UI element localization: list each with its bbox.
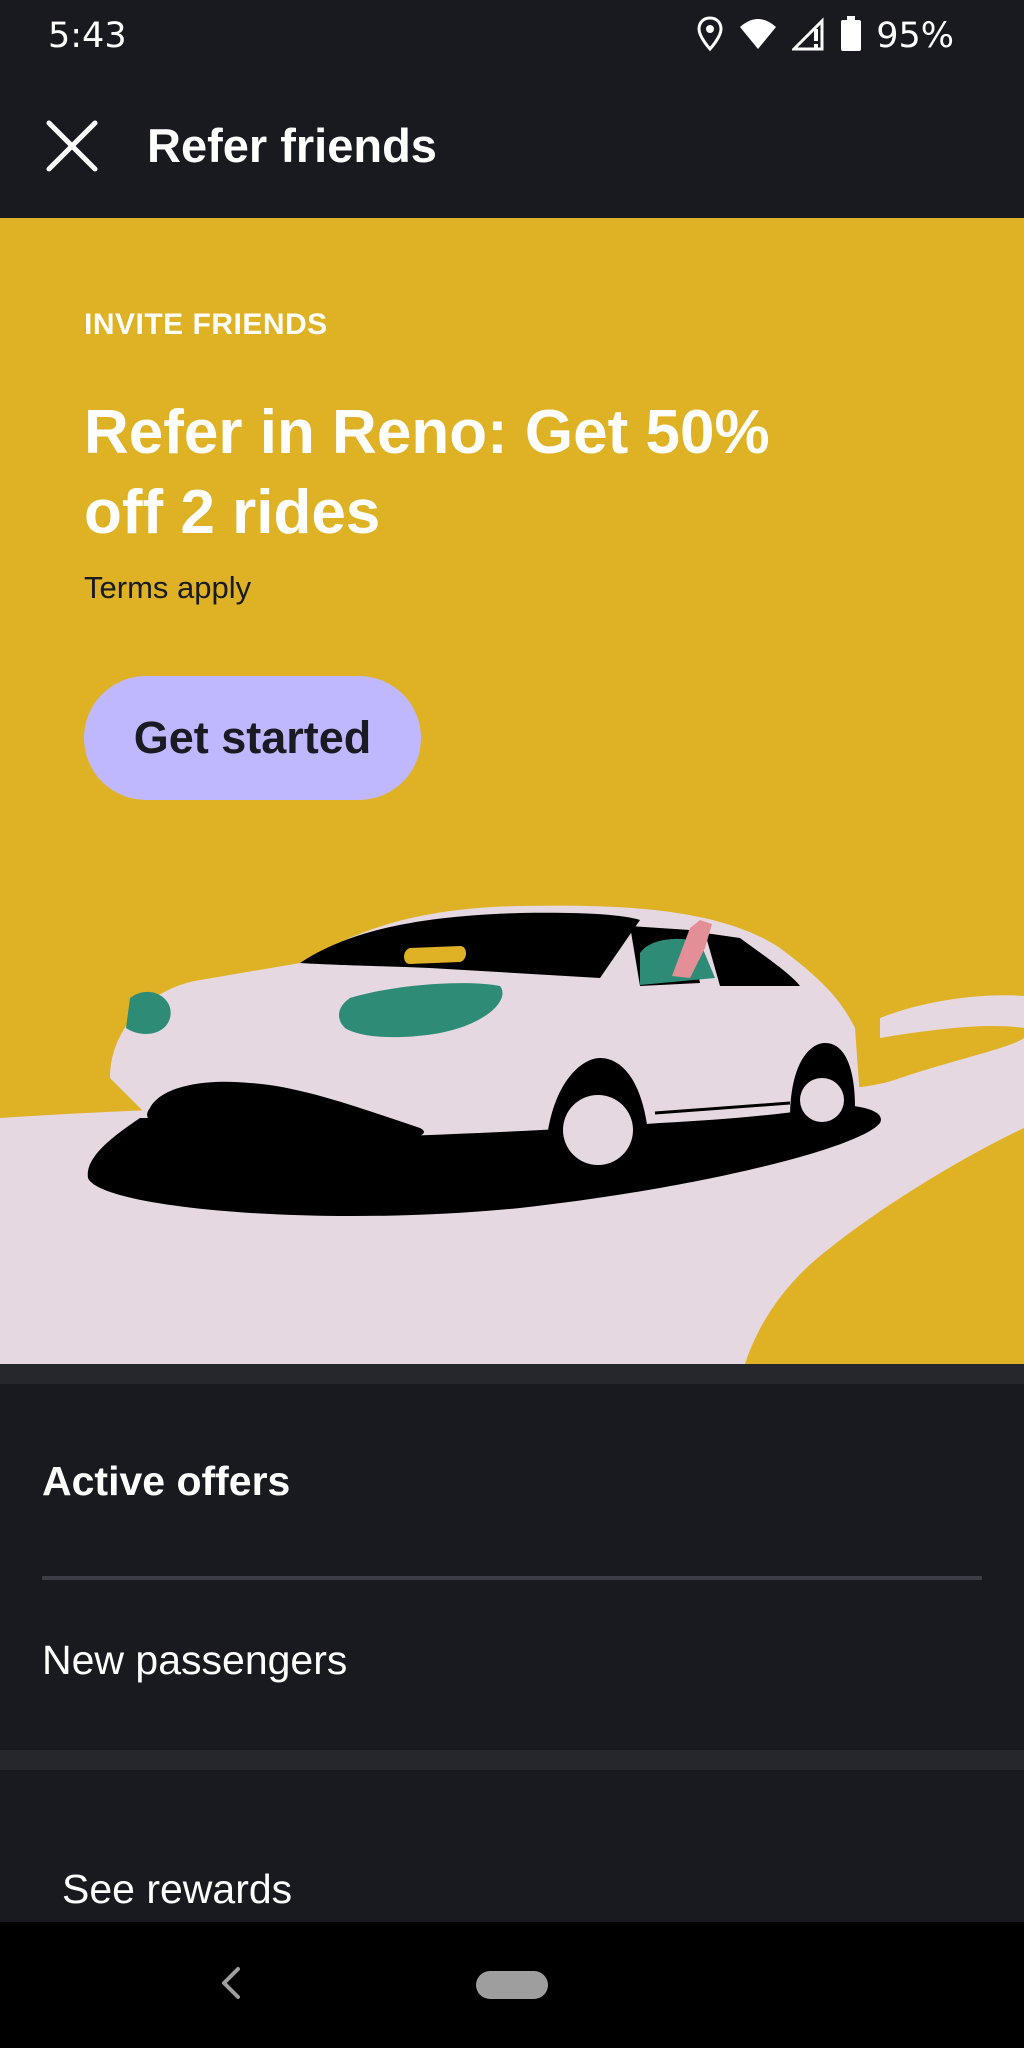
close-button[interactable] xyxy=(36,112,108,184)
back-chevron-icon xyxy=(218,1966,244,2005)
section-divider xyxy=(0,1364,1024,1384)
system-nav-bar xyxy=(0,1922,1024,2048)
close-icon xyxy=(45,119,99,178)
see-rewards-link[interactable]: See rewards xyxy=(62,1866,292,1913)
battery-icon xyxy=(840,15,862,57)
get-started-button[interactable]: Get started xyxy=(84,676,421,800)
location-icon xyxy=(696,15,724,57)
referral-promo-card: INVITE FRIENDS Refer in Reno: Get 50% of… xyxy=(0,218,1024,1364)
promo-headline: Refer in Reno: Get 50% off 2 rides xyxy=(84,398,770,547)
status-icons: 95% xyxy=(696,14,954,58)
battery-percentage: 95% xyxy=(876,16,954,56)
nav-back-button[interactable] xyxy=(206,1960,256,2010)
active-offers-title: Active offers xyxy=(42,1458,291,1504)
home-pill-icon[interactable] xyxy=(476,1971,548,1999)
app-header: Refer friends xyxy=(0,76,1024,218)
offer-label: New passengers xyxy=(42,1637,348,1683)
terms-text: Terms apply xyxy=(84,570,252,605)
section-divider xyxy=(0,1750,1024,1770)
signal-icon xyxy=(790,16,826,56)
page-title: Refer friends xyxy=(147,119,437,172)
status-bar: 5:43 95% xyxy=(0,0,1024,76)
promo-eyebrow: INVITE FRIENDS xyxy=(84,308,328,341)
status-time: 5:43 xyxy=(48,16,127,56)
list-item-new-passengers[interactable]: New passengers xyxy=(0,1580,1024,1750)
car-illustration xyxy=(0,868,1024,1364)
wifi-icon xyxy=(738,17,778,56)
